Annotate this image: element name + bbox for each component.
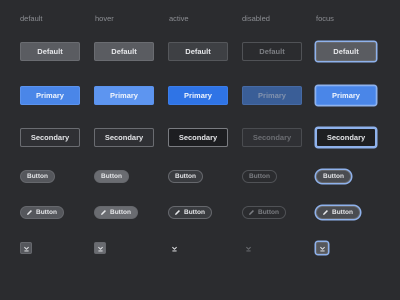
icon-pill-button-label: Button	[36, 209, 57, 216]
default-button-hover[interactable]: Default	[94, 42, 154, 61]
primary-button-disabled: Primary	[242, 86, 302, 105]
secondary-button-active[interactable]: Secondary	[168, 128, 228, 147]
pill-button-disabled: Button	[242, 170, 277, 183]
column-header-focus: focus	[316, 14, 334, 23]
column-header-default: default	[20, 14, 43, 23]
collapse-down-icon	[245, 246, 251, 251]
secondary-button-hover[interactable]: Secondary	[94, 128, 154, 147]
icon-pill-button-active[interactable]: Button	[168, 206, 212, 219]
pencil-icon	[101, 210, 106, 215]
column-header-active: active	[169, 14, 189, 23]
primary-button-hover[interactable]: Primary	[94, 86, 154, 105]
icon-pill-button-focus[interactable]: Button	[316, 206, 360, 219]
primary-button-default[interactable]: Primary	[20, 86, 80, 105]
pill-button-hover[interactable]: Button	[94, 170, 129, 183]
icon-button-focus[interactable]	[316, 242, 328, 254]
collapse-down-icon	[171, 246, 177, 251]
column-header-hover: hover	[95, 14, 114, 23]
icon-pill-button-disabled: Button	[242, 206, 286, 219]
collapse-down-icon	[23, 246, 29, 251]
pencil-icon	[27, 210, 32, 215]
default-button-active[interactable]: Default	[168, 42, 228, 61]
icon-button-active[interactable]	[168, 242, 180, 254]
secondary-button-default[interactable]: Secondary	[20, 128, 80, 147]
icon-pill-button-label: Button	[110, 209, 131, 216]
pencil-icon	[249, 210, 254, 215]
pencil-icon	[323, 210, 328, 215]
icon-button-hover[interactable]	[94, 242, 106, 254]
pencil-icon	[175, 210, 180, 215]
icon-pill-button-label: Button	[184, 209, 205, 216]
icon-pill-button-label: Button	[332, 209, 353, 216]
pill-button-active[interactable]: Button	[168, 170, 203, 183]
secondary-button-disabled: Secondary	[242, 128, 302, 147]
default-button-focus[interactable]: Default	[316, 42, 376, 61]
default-button-default[interactable]: Default	[20, 42, 80, 61]
pill-button-focus[interactable]: Button	[316, 170, 351, 183]
default-button-disabled: Default	[242, 42, 302, 61]
collapse-down-icon	[319, 246, 325, 251]
icon-pill-button-label: Button	[258, 209, 279, 216]
secondary-button-focus[interactable]: Secondary	[316, 128, 376, 147]
pill-button-default[interactable]: Button	[20, 170, 55, 183]
icon-pill-button-default[interactable]: Button	[20, 206, 64, 219]
column-header-disabled: disabled	[242, 14, 270, 23]
icon-button-default[interactable]	[20, 242, 32, 254]
primary-button-active[interactable]: Primary	[168, 86, 228, 105]
icon-pill-button-hover[interactable]: Button	[94, 206, 138, 219]
icon-button-disabled	[242, 242, 254, 254]
primary-button-focus[interactable]: Primary	[316, 86, 376, 105]
collapse-down-icon	[97, 246, 103, 251]
